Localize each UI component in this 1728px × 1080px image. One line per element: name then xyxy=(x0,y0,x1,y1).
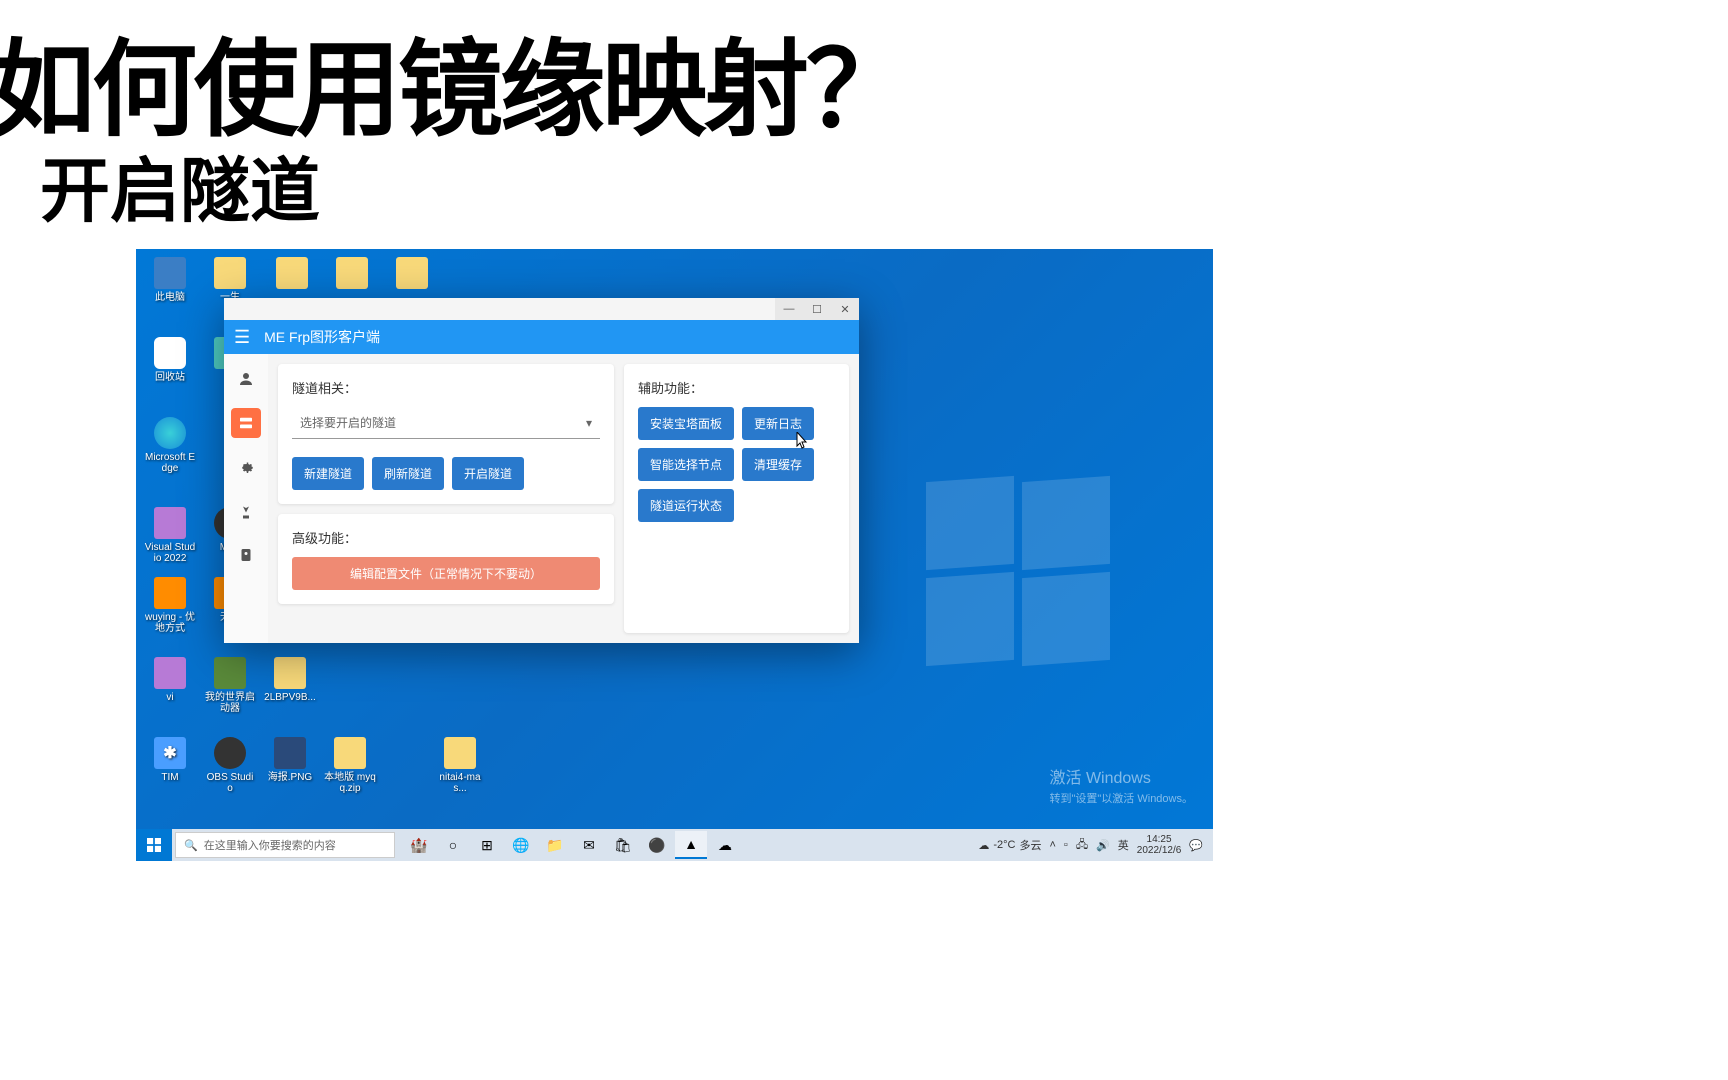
activate-line1: 激活 Windows xyxy=(1050,764,1194,788)
app-title: ME Frp图形客户端 xyxy=(264,327,380,347)
app-header: ☰ ME Frp图形客户端 xyxy=(224,320,859,354)
tray-chevron-icon[interactable]: ˄ xyxy=(1049,839,1055,851)
install-panel-button[interactable]: 安装宝塔面板 xyxy=(638,407,734,440)
windows-logo-wallpaper xyxy=(926,479,1126,679)
desktop-icon-edge[interactable]: Microsoft Edge xyxy=(144,417,196,474)
desktop-icon-folder2[interactable] xyxy=(266,257,318,292)
new-tunnel-button[interactable]: 新建隧道 xyxy=(292,457,364,490)
taskbar-icon-castle[interactable]: 🏰 xyxy=(403,831,435,859)
weather-temp: -2°C xyxy=(993,839,1015,851)
desktop-icon-tim2[interactable]: ✱TIM xyxy=(144,737,196,783)
desktop-icon-zip2[interactable]: 本地版 myqq.zip xyxy=(324,737,376,794)
taskbar-icon-explorer[interactable]: 📁 xyxy=(539,831,571,859)
start-button[interactable] xyxy=(136,829,172,861)
date: 2022/12/6 xyxy=(1137,845,1182,856)
weather-icon: ☁ xyxy=(978,839,989,852)
tray-network-icon[interactable]: 🖧 xyxy=(1076,836,1088,855)
open-tunnel-button[interactable]: 开启隧道 xyxy=(452,457,524,490)
sidebar-item-theme[interactable] xyxy=(231,496,261,526)
activate-line2: 转到"设置"以激活 Windows。 xyxy=(1050,790,1194,806)
tunnel-status-button[interactable]: 隧道运行状态 xyxy=(638,489,734,522)
desktop-icon-folder3[interactable] xyxy=(326,257,378,292)
tray-icon[interactable]: ▫ xyxy=(1064,839,1068,851)
hamburger-icon[interactable]: ☰ xyxy=(234,327,250,348)
weather-widget[interactable]: ☁ -2°C 多云 xyxy=(978,837,1041,853)
advanced-title: 高级功能： xyxy=(292,528,600,547)
app-window: — ☐ ✕ ☰ ME Frp图形客户端 隧道相关： 选择要开启的隧道 xyxy=(224,298,859,643)
desktop-icon-recycle[interactable]: 回收站 xyxy=(144,337,196,383)
clock[interactable]: 14:25 2022/12/6 xyxy=(1137,834,1182,856)
desktop-icon-mc[interactable]: 我的世界启 动器 xyxy=(204,657,256,714)
sidebar-item-account[interactable] xyxy=(231,364,261,394)
desktop-icon-png[interactable]: 海报.PNG xyxy=(264,737,316,783)
desktop-icon-folder4[interactable] xyxy=(386,257,438,292)
tunnel-title: 隧道相关： xyxy=(292,378,600,397)
minimize-button[interactable]: — xyxy=(775,298,803,320)
taskbar-icon-cortana[interactable]: ○ xyxy=(437,831,469,859)
desktop-icon-folder[interactable]: 一生 xyxy=(204,257,256,303)
aux-card: 辅助功能： 安装宝塔面板 更新日志 智能选择节点 清理缓存 隧道运行状态 xyxy=(624,364,849,633)
weather-desc: 多云 xyxy=(1019,837,1041,853)
taskbar-icon-store[interactable]: 🛍 xyxy=(607,831,639,859)
desktop-icon-zip[interactable]: 2LBPV9B... xyxy=(264,657,316,703)
desktop-icon-wuying[interactable]: wuying - 优 地方式 xyxy=(144,577,196,634)
content-area: 隧道相关： 选择要开启的隧道 新建隧道 刷新隧道 开启隧道 高级功能： 编辑配置… xyxy=(268,354,859,643)
clear-cache-button[interactable]: 清理缓存 xyxy=(742,448,814,481)
maximize-button[interactable]: ☐ xyxy=(803,298,831,320)
taskbar-icon-mail[interactable]: ✉ xyxy=(573,831,605,859)
tunnel-card: 隧道相关： 选择要开启的隧道 新建隧道 刷新隧道 开启隧道 xyxy=(278,364,614,504)
taskbar-icon-taskview[interactable]: ⊞ xyxy=(471,831,503,859)
search-input[interactable]: 🔍 在这里输入你要搜索的内容 xyxy=(175,832,395,858)
tunnel-dropdown[interactable]: 选择要开启的隧道 xyxy=(292,407,600,439)
sidebar xyxy=(224,354,268,643)
activate-windows-watermark: 激活 Windows 转到"设置"以激活 Windows。 xyxy=(1050,764,1194,806)
page-subheadline: 开启隧道 xyxy=(40,135,320,236)
aux-title: 辅助功能： xyxy=(638,378,835,397)
sidebar-item-tunnels[interactable] xyxy=(231,408,261,438)
tray-volume-icon[interactable]: 🔊 xyxy=(1096,839,1110,852)
desktop-icon-zip3[interactable]: nitai4-mas... xyxy=(434,737,486,794)
sidebar-item-badge[interactable] xyxy=(231,540,261,570)
cursor-icon xyxy=(796,432,810,450)
desktop-icon-vs[interactable]: Visual Studio 2022 xyxy=(144,507,196,564)
taskbar-icon-edge[interactable]: 🌐 xyxy=(505,831,537,859)
taskbar-icon-app[interactable]: ▲ xyxy=(675,831,707,859)
ime-indicator[interactable]: 英 xyxy=(1118,837,1129,853)
desktop-screenshot: 激活 Windows 转到"设置"以激活 Windows。 此电脑 一生 回收站… xyxy=(136,249,1213,861)
search-icon: 🔍 xyxy=(184,839,198,852)
taskbar-icon-obs[interactable]: ⚫ xyxy=(641,831,673,859)
taskbar-icon-cloud[interactable]: ☁ xyxy=(709,831,741,859)
time: 14:25 xyxy=(1137,834,1182,845)
desktop-icon-this-pc[interactable]: 此电脑 xyxy=(144,257,196,303)
advanced-card: 高级功能： 编辑配置文件（正常情况下不要动） xyxy=(278,514,614,604)
window-controls: — ☐ ✕ xyxy=(775,298,859,320)
close-button[interactable]: ✕ xyxy=(831,298,859,320)
sidebar-item-settings[interactable] xyxy=(231,452,261,482)
search-placeholder: 在这里输入你要搜索的内容 xyxy=(204,837,336,853)
desktop-icon-vi[interactable]: vi xyxy=(144,657,196,703)
notification-icon[interactable]: 💬 xyxy=(1189,839,1203,852)
taskbar: 🔍 在这里输入你要搜索的内容 🏰 ○ ⊞ 🌐 📁 ✉ 🛍 ⚫ ▲ ☁ ☁ -2°… xyxy=(136,829,1213,861)
edit-config-button[interactable]: 编辑配置文件（正常情况下不要动） xyxy=(292,557,600,590)
refresh-tunnel-button[interactable]: 刷新隧道 xyxy=(372,457,444,490)
smart-node-button[interactable]: 智能选择节点 xyxy=(638,448,734,481)
desktop-icon-obs[interactable]: OBS Studio xyxy=(204,737,256,794)
system-tray: ☁ -2°C 多云 ˄ ▫ 🖧 🔊 英 14:25 2022/12/6 💬 xyxy=(968,834,1213,856)
